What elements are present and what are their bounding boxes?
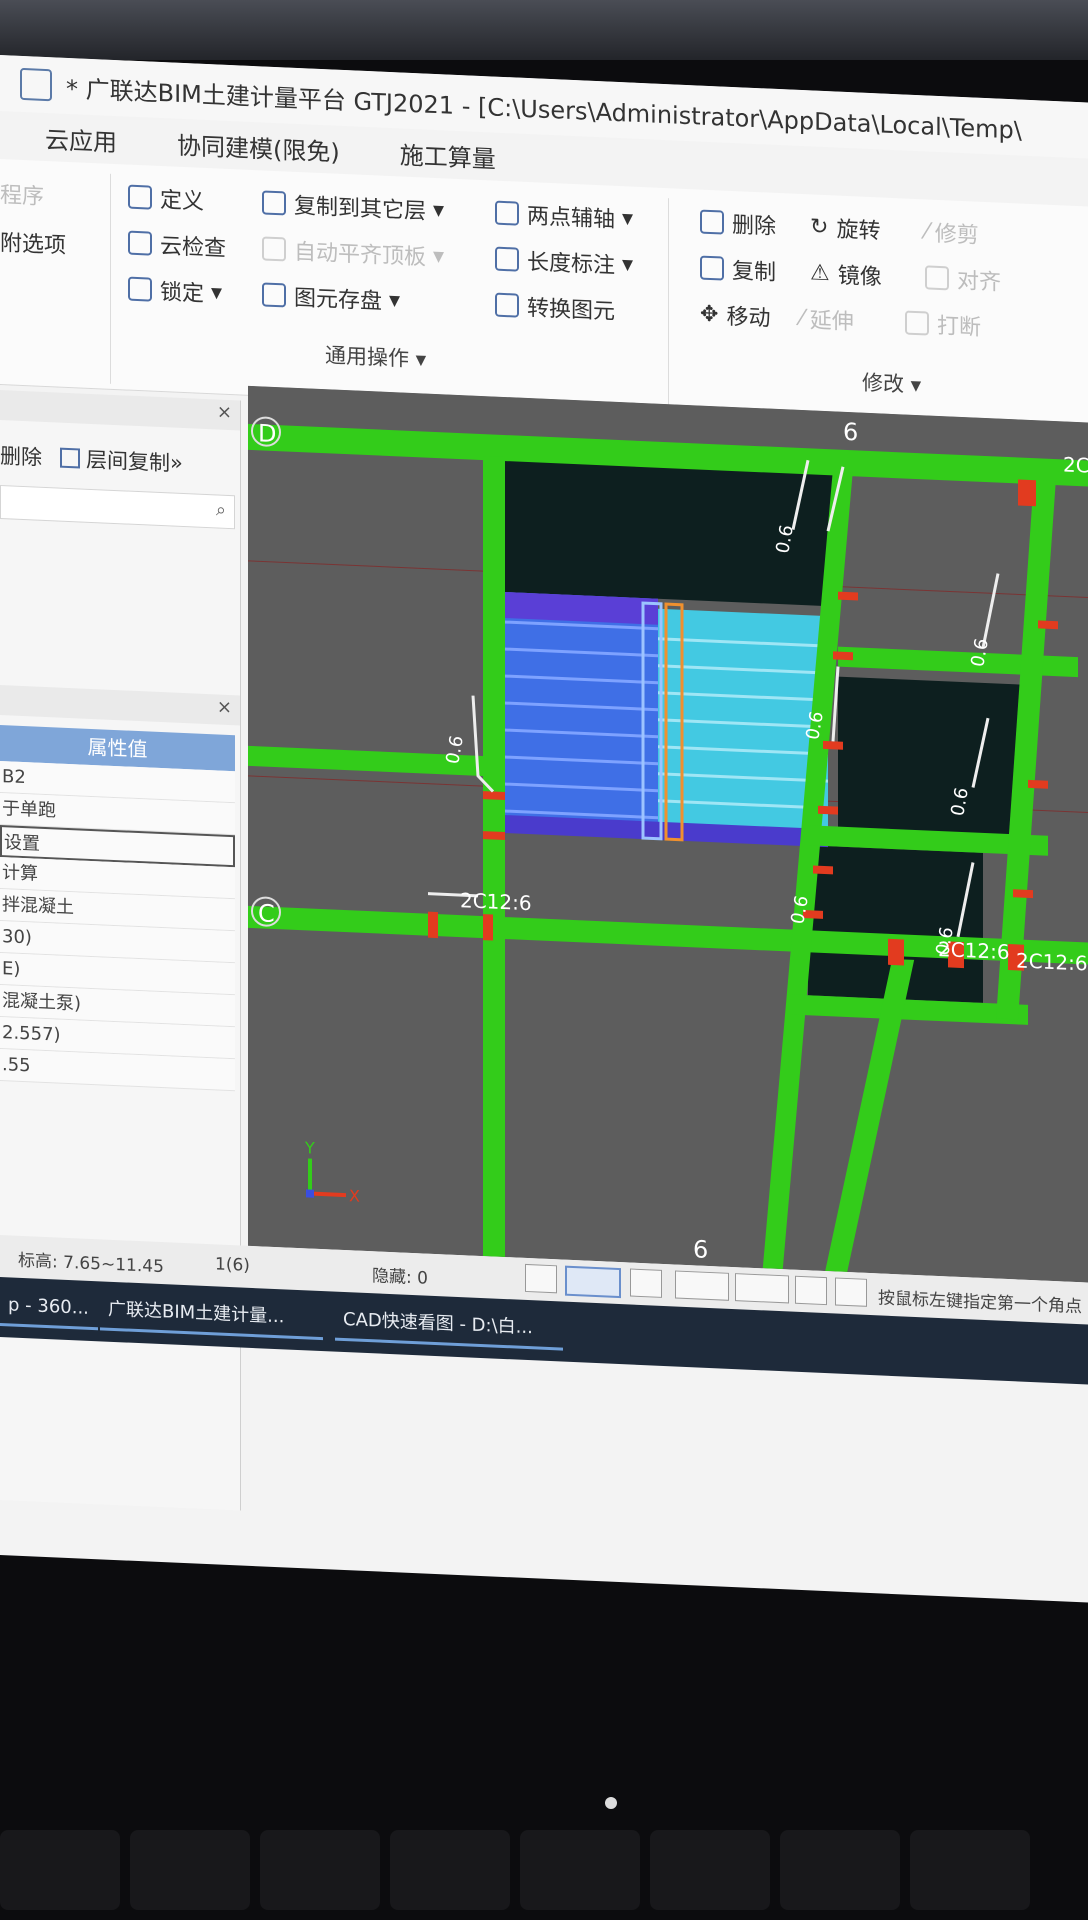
rebar-label: 2C12 <box>1063 452 1088 478</box>
snap-toggle-button[interactable] <box>525 1263 557 1294</box>
select-rect-button[interactable] <box>565 1265 621 1299</box>
keyboard-key <box>910 1830 1030 1910</box>
rotate-icon: ↻ <box>810 213 829 240</box>
dimension-icon <box>495 246 519 272</box>
keyboard-key <box>520 1830 640 1910</box>
general-ops-group-label[interactable]: 通用操作 ▾ <box>325 339 426 373</box>
rebar-label: 2C12:6 <box>1016 948 1088 975</box>
trim-icon: ⁄ <box>925 218 929 245</box>
align-icon <box>925 265 949 291</box>
cloud-check-icon <box>128 230 152 256</box>
break-icon <box>905 310 929 336</box>
layer-delete-button[interactable]: 删除 <box>0 440 42 472</box>
align-button[interactable]: 对齐 <box>925 261 1001 296</box>
ribbon-left-partial-1[interactable]: 程序 <box>0 177 44 211</box>
save-element-icon <box>262 282 286 308</box>
axis-icon <box>495 200 519 226</box>
convert-element-button[interactable]: 转换图元 <box>495 289 615 326</box>
ribbon-separator <box>668 198 669 409</box>
layer-copy-icon <box>60 447 80 469</box>
axis-y-label: Y <box>304 1138 315 1157</box>
monitor-bezel <box>0 0 1088 60</box>
elevation-readout: 标高: 7.65~11.45 <box>18 1250 164 1278</box>
mirror-button[interactable]: ⚠ 镜像 <box>810 256 882 291</box>
modify-group-label[interactable]: 修改 ▾ <box>862 367 921 400</box>
slab-opening <box>838 676 1028 845</box>
keyboard-key <box>260 1830 380 1910</box>
count-readout: 1(6) <box>215 1254 250 1276</box>
angle-button[interactable] <box>675 1270 729 1301</box>
two-point-axis-button[interactable]: 两点辅轴 ▾ <box>495 197 633 235</box>
keyboard-key <box>130 1830 250 1910</box>
lock-icon <box>128 276 152 302</box>
axis-x-label: X <box>349 1186 360 1205</box>
webcam-led <box>605 1797 617 1809</box>
convert-icon <box>495 292 519 318</box>
align-slab-icon <box>262 236 286 262</box>
panel-titlebar: × <box>0 390 240 431</box>
ribbon-toolbar: 程序 附选项 定义 云检查 锁定 ▾ 复制到其它层 ▾ 自动平齐顶板 ▾ 图元存… <box>0 159 1088 433</box>
define-button[interactable]: 定义 <box>128 181 204 216</box>
trim-button[interactable]: ⁄ 修剪 <box>925 215 979 249</box>
search-icon: ⌕ <box>215 499 226 521</box>
move-button[interactable]: ✥ 移动 <box>700 298 770 333</box>
axis-label-d: D <box>258 419 276 448</box>
keyboard-key <box>390 1830 510 1910</box>
ortho-toggle-button[interactable] <box>630 1268 662 1298</box>
cloud-check-button[interactable]: 云检查 <box>128 227 226 263</box>
axis-label-c: C <box>258 899 275 928</box>
copy-icon <box>700 255 724 281</box>
trash-icon <box>700 209 724 235</box>
plan-drawing: D C 6 6 2C12:6 2C12:6 2C12:6 2C12 0.6 0.… <box>248 385 1088 1284</box>
lock-button[interactable]: 锁定 ▾ <box>128 273 222 309</box>
axis-label-6-bottom: 6 <box>693 1235 708 1264</box>
taskbar-item-cad-viewer[interactable]: CAD快速看图 - D:\白... <box>335 1301 563 1351</box>
prompt-hint: 按鼠标左键指定第一个角点 <box>878 1288 1082 1318</box>
rebar-label: 2C12:6 <box>460 888 532 915</box>
copy-to-floor-button[interactable]: 复制到其它层 ▾ <box>262 186 444 226</box>
save-element-button[interactable]: 图元存盘 ▾ <box>262 278 400 316</box>
delete-button[interactable]: 删除 <box>700 206 776 241</box>
app-logo-icon <box>20 67 52 102</box>
mirror-icon: ⚠ <box>810 259 830 286</box>
properties-titlebar: × <box>0 685 240 726</box>
tab-collab-modeling[interactable]: 协同建模(限免) <box>177 125 340 167</box>
copy-button[interactable]: 复制 <box>700 252 776 287</box>
offset-button[interactable] <box>735 1273 789 1304</box>
close-icon[interactable]: × <box>217 401 232 423</box>
break-button[interactable]: 打断 <box>905 307 981 342</box>
rotate-button[interactable]: ↻ 旋转 <box>810 210 880 245</box>
hidden-readout: 隐藏: 0 <box>372 1266 428 1289</box>
tab-construction-quantity[interactable]: 施工算量 <box>400 135 496 174</box>
define-icon <box>128 184 152 210</box>
axis-label-6-top: 6 <box>843 418 858 447</box>
close-icon[interactable]: × <box>217 696 232 718</box>
move-icon: ✥ <box>700 301 719 327</box>
tab-cloud-app[interactable]: 云应用 <box>45 119 117 157</box>
keyboard-key <box>780 1830 900 1910</box>
ribbon-left-partial-2[interactable]: 附选项 <box>0 225 66 260</box>
taskbar-item-browser[interactable]: p - 360... <box>0 1287 98 1331</box>
application-screen: * 广联达BIM土建计量平台 GTJ2021 - [C:\Users\Admin… <box>0 55 1088 1603</box>
arc-button[interactable] <box>835 1277 867 1307</box>
copy-floor-icon <box>262 190 286 216</box>
search-input[interactable]: ⌕ <box>0 485 235 530</box>
taskbar-item-gtj[interactable]: 广联达BIM土建计量... <box>100 1291 323 1341</box>
drawing-canvas[interactable]: D C 6 6 2C12:6 2C12:6 2C12:6 2C12 0.6 0.… <box>248 385 1088 1284</box>
keyboard-key <box>0 1830 120 1910</box>
extend-icon: ⁄ <box>800 305 804 331</box>
auto-align-slab-button[interactable]: 自动平齐顶板 ▾ <box>262 232 444 272</box>
layer-copy-button[interactable]: 层间复制 » <box>60 443 183 478</box>
ribbon-separator <box>110 173 111 384</box>
save-status-button[interactable] <box>795 1275 827 1306</box>
extend-button[interactable]: ⁄ 延伸 <box>800 302 854 336</box>
length-dimension-button[interactable]: 长度标注 ▾ <box>495 243 633 281</box>
keyboard-key <box>650 1830 770 1910</box>
